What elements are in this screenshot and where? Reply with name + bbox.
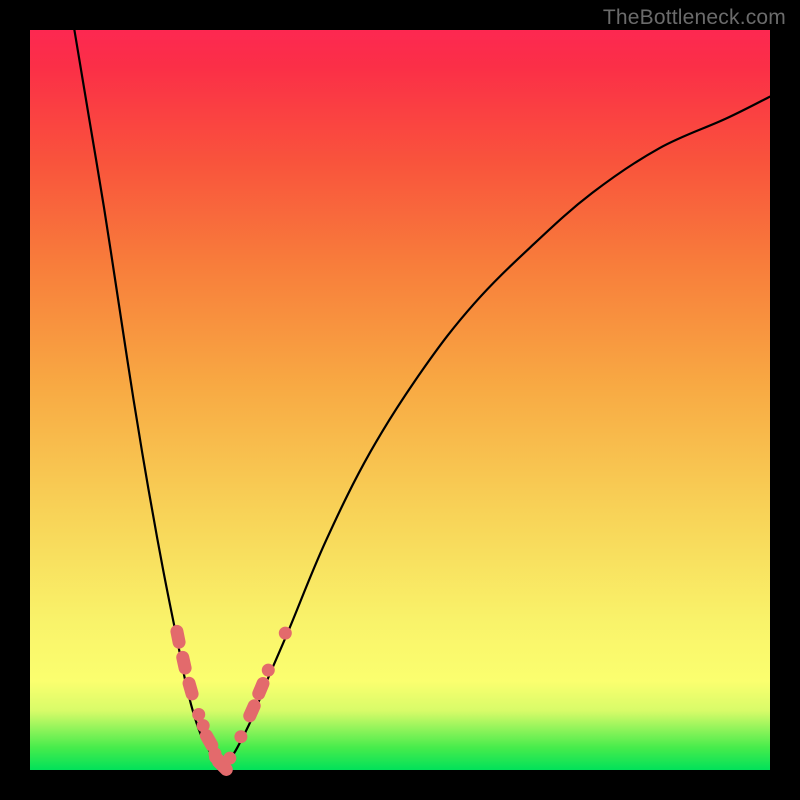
curve-right-branch [222,97,770,767]
chart-svg [30,30,770,770]
data-point [279,627,292,640]
data-point [234,730,247,743]
data-point [223,752,236,765]
data-point-pill [169,624,186,650]
plot-area [30,30,770,770]
chart-frame: TheBottleneck.com [0,0,800,800]
data-point [262,664,275,677]
watermark-text: TheBottleneck.com [603,6,786,30]
data-point-pill [175,650,193,676]
curve-left-branch [74,30,222,766]
data-point [192,708,205,721]
data-markers [169,624,292,779]
